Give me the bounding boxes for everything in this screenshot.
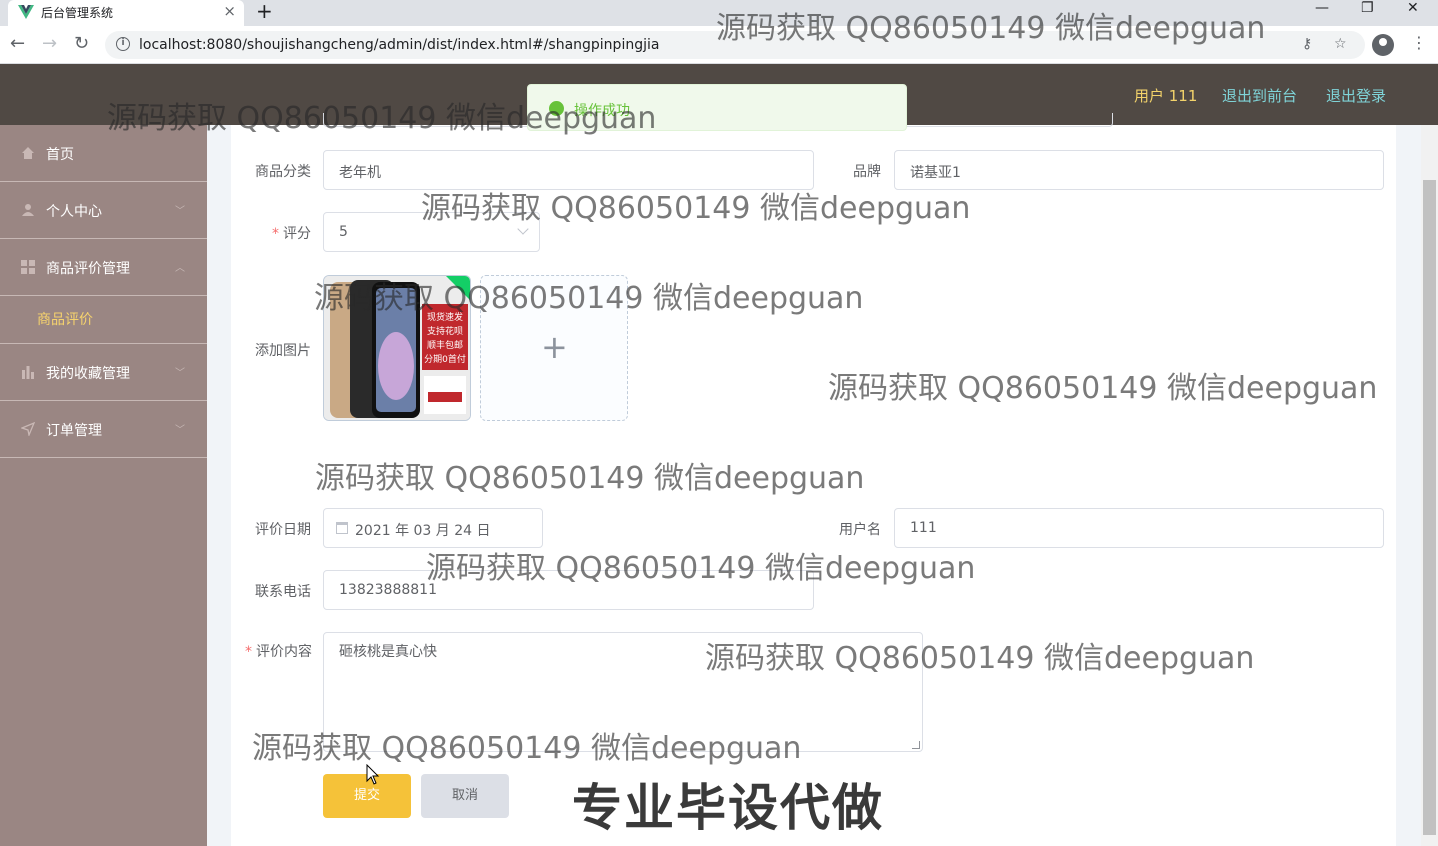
chart-bars-icon [22,366,34,379]
image-label: 添加图片 [255,343,311,359]
review-date-label: 评价日期 [255,522,311,538]
forward-arrow-icon[interactable]: → [42,33,57,54]
content-label: * 评价内容 [245,644,312,660]
browser-tab[interactable]: 后台管理系统 × [8,0,244,26]
calendar-icon [336,522,348,534]
logout-link[interactable]: 退出登录 [1326,85,1386,106]
site-info-icon[interactable]: i [116,37,130,51]
reload-icon[interactable]: ↻ [74,33,89,54]
sidebar-item-home[interactable]: 首页 [0,125,207,182]
chevron-down-icon: ﹀ [175,368,185,379]
back-to-frontend-link[interactable]: 退出到前台 [1222,85,1297,106]
cancel-button[interactable]: 取消 [421,774,509,818]
sidebar-item-label: 商品评价管理 [46,261,130,277]
user-icon [22,204,34,216]
tab-title: 后台管理系统 [41,6,114,20]
username-input[interactable]: 111 [894,508,1384,548]
current-user: 用户 111 [1134,87,1198,105]
window-close-icon[interactable]: ✕ [1407,0,1419,16]
url-text[interactable]: localhost:8080/shoujishangcheng/admin/di… [139,37,659,53]
sidebar-item-orders[interactable]: 订单管理 ﹀ [0,401,207,458]
phone-value: 13823888811 [339,582,437,598]
window-minimize-icon[interactable]: — [1315,0,1329,16]
chevron-down-icon [517,223,529,235]
sidebar-item-profile[interactable]: 个人中心 ﹀ [0,182,207,239]
content-value: 砸核桃是真心快 [339,644,437,660]
new-tab-button[interactable]: + [256,0,273,23]
brand-value: 诺基亚1 [910,165,961,181]
sidebar: 首页 个人中心 ﹀ 商品评价管理 ︿ 商品评价 我的收藏管理 ﹀ 订单管理 ﹀ [0,125,207,846]
review-date-value: 2021 年 03 月 24 日 [355,523,491,539]
content-textarea[interactable]: 砸核桃是真心快 [323,632,923,752]
browser-toolbar: ← → ↻ i localhost:8080/shoujishangcheng/… [0,26,1438,64]
brand-input[interactable]: 诺基亚1 [894,150,1384,190]
browser-menu-icon[interactable]: ⋮ [1411,33,1427,52]
sidebar-item-label: 订单管理 [46,423,102,439]
uploaded-image-thumbnail[interactable]: 现货速发 支持花呗 顺丰包邮 分期0首付 [323,275,471,421]
brand-label: 品牌 [853,164,881,180]
category-label: 商品分类 [255,164,311,180]
address-bar[interactable]: i localhost:8080/shoujishangcheng/admin/… [105,31,1365,59]
back-arrow-icon[interactable]: ← [10,33,25,54]
toast-message: 操作成功 [574,103,630,119]
bookmark-star-icon[interactable]: ☆ [1334,36,1347,52]
tab-close-icon[interactable]: × [223,2,236,20]
sidebar-subitem-review[interactable]: 商品评价 [0,296,207,343]
phone-label: 联系电话 [255,584,311,600]
sidebar-item-label: 首页 [46,147,74,163]
watermark-banner: 专业毕设代做 [572,779,884,837]
category-value: 老年机 [339,165,381,181]
sidebar-item-favorites[interactable]: 我的收藏管理 ﹀ [0,344,207,401]
username-label: 用户名 [839,522,881,538]
svg-text:分期0首付: 分期0首付 [424,353,466,365]
success-toast: 操作成功 [527,84,907,131]
svg-text:支持花呗: 支持花呗 [427,325,463,337]
phone-input[interactable]: 13823888811 [323,570,814,610]
profile-avatar-icon[interactable] [1372,34,1394,56]
sidebar-item-label: 个人中心 [46,204,102,220]
review-date-picker[interactable]: 2021 年 03 月 24 日 [323,508,543,548]
plus-icon: + [541,328,568,366]
chevron-up-icon: ︿ [175,263,185,274]
score-label: * 评分 [272,226,311,242]
main-content: 商品分类 老年机 品牌 诺基亚1 * 评分 5 添加图片 现货速发 支持花呗 顺… [207,113,1421,846]
score-select[interactable]: 5 [323,212,540,252]
username-value: 111 [910,520,937,536]
key-icon[interactable]: ⚷ [1302,36,1312,52]
review-form-card: 商品分类 老年机 品牌 诺基亚1 * 评分 5 添加图片 现货速发 支持花呗 顺… [231,113,1396,846]
page-scrollbar[interactable] [1421,125,1438,846]
score-value: 5 [339,224,348,240]
scrollbar-thumb[interactable] [1423,180,1436,835]
chevron-down-icon: ﹀ [175,206,185,217]
grid-icon [21,260,35,274]
home-icon [22,147,34,159]
check-circle-icon [549,101,564,116]
send-icon [21,422,35,436]
svg-text:顺丰包邮: 顺丰包邮 [427,339,463,351]
mouse-cursor-icon [366,764,380,785]
resize-handle-icon[interactable] [912,741,920,749]
sidebar-item-label: 我的收藏管理 [46,366,130,382]
browser-tabbar: 后台管理系统 × + — ❐ ✕ [0,0,1438,26]
phone-product-image: 现货速发 支持花呗 顺丰包邮 分期0首付 [324,276,470,420]
svg-text:现货速发: 现货速发 [427,311,463,323]
sidebar-subitem-label: 商品评价 [37,312,93,328]
chevron-down-icon: ﹀ [175,425,185,436]
category-input[interactable]: 老年机 [323,150,814,190]
window-restore-icon[interactable]: ❐ [1361,0,1374,16]
vue-logo-icon [18,5,34,19]
sidebar-item-review-management[interactable]: 商品评价管理 ︿ [0,239,207,296]
upload-image-button[interactable]: + [480,275,628,421]
